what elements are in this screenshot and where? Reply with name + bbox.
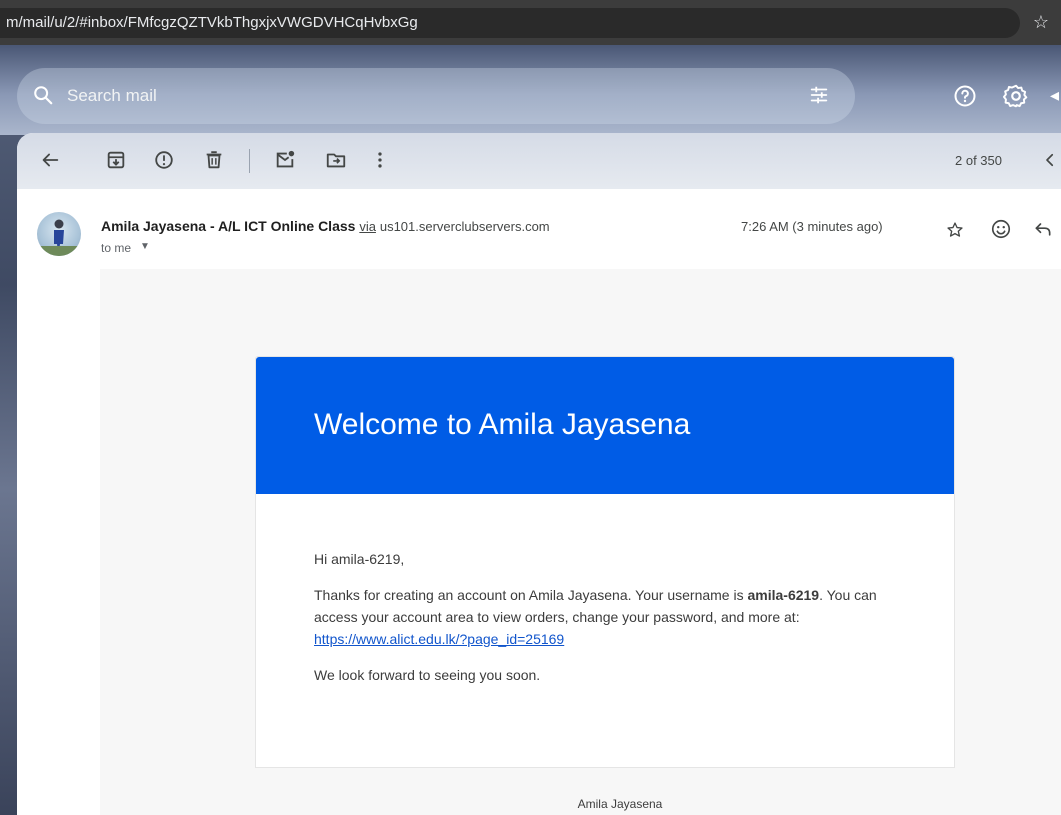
message-panel: 2 of 350 Amila Jayasena - A/L ICT Online… [17,133,1061,815]
more-options-icon[interactable] [369,149,391,171]
reply-icon[interactable] [1033,219,1053,239]
help-icon[interactable] [953,84,977,108]
report-spam-icon[interactable] [153,149,175,171]
header-overflow-icon: ◂ [1050,85,1060,105]
toolbar-divider [249,149,250,173]
email-text-start: Thanks for creating an account on Amila … [314,587,748,603]
email-username: amila-6219 [747,587,820,603]
via-domain: us101.serverclubservers.com [379,219,550,234]
archive-icon[interactable] [105,149,127,171]
delete-trash-icon[interactable] [203,149,225,171]
browser-url-bar: m/mail/u/2/#inbox/FMfcgzQZTVkbThgxjxVWGD… [0,0,1061,45]
chevron-left-icon[interactable] [1041,150,1059,170]
avatar-person-icon [37,219,81,256]
email-footer-name: Amila Jayasena [577,797,663,811]
add-reaction-emoji-icon[interactable] [990,218,1012,240]
email-card: Welcome to Amila Jayasena Hi amila-6219,… [255,356,955,768]
address-bar[interactable]: m/mail/u/2/#inbox/FMfcgzQZTVkbThgxjxVWGD… [0,8,1020,38]
recipient-details-caret-icon[interactable]: ▼ [140,241,150,252]
mark-unread-icon[interactable] [274,149,296,171]
account-link[interactable]: https://www.alict.edu.lk/?page_id=25169 [314,631,564,647]
move-to-folder-icon[interactable] [325,149,347,171]
email-card-body: Hi amila-6219, Thanks for creating an ac… [314,548,914,700]
search-input[interactable]: Search mail [67,86,157,106]
sender-avatar[interactable] [37,212,81,256]
email-greeting: Hi amila-6219, [314,551,405,567]
search-options-icon[interactable] [808,84,830,106]
via-link[interactable]: via [359,219,376,234]
message-toolbar: 2 of 350 [17,133,1061,189]
email-card-header: Welcome to Amila Jayasena [256,357,954,494]
settings-gear-icon[interactable] [1003,83,1029,109]
recipient-label: to me [101,241,132,255]
email-paragraph-account: Thanks for creating an account on Amila … [314,584,914,650]
pagination-count: 2 of 350 [955,153,1002,168]
sender-name[interactable]: Amila Jayasena - A/L ICT Online Class [101,218,355,234]
back-arrow-icon[interactable] [39,149,61,171]
sender-line: Amila Jayasena - A/L ICT Online Class vi… [101,218,550,234]
url-text: m/mail/u/2/#inbox/FMfcgzQZTVkbThgxjxVWGD… [6,14,418,31]
star-message-icon[interactable] [946,221,964,239]
search-icon[interactable] [32,84,54,106]
email-heading: Welcome to Amila Jayasena [314,408,691,441]
message-timestamp: 7:26 AM (3 minutes ago) [741,219,883,234]
bookmark-star-icon[interactable]: ☆ [1033,12,1049,33]
email-paragraph-closing: We look forward to seeing you soon. [314,667,541,683]
